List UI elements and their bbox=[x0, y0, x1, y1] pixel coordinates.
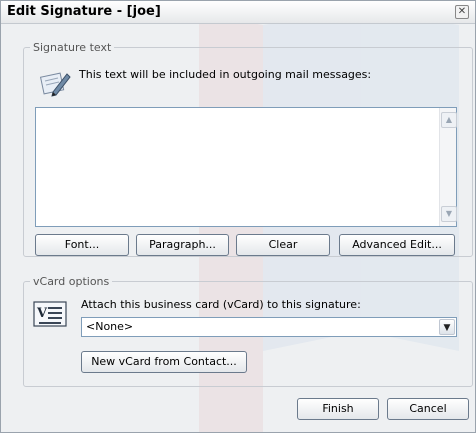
font-button[interactable]: Font... bbox=[35, 234, 129, 256]
new-vcard-button[interactable]: New vCard from Contact... bbox=[81, 351, 247, 373]
vcard-icon: V bbox=[33, 301, 67, 327]
svg-text:V: V bbox=[36, 306, 48, 321]
close-icon[interactable]: ✕ bbox=[455, 5, 469, 19]
window-title: Edit Signature - [joe] bbox=[7, 4, 161, 19]
paragraph-button[interactable]: Paragraph... bbox=[136, 234, 229, 256]
signature-text-legend: Signature text bbox=[33, 41, 112, 54]
title-bar: Edit Signature - [joe] ✕ bbox=[1, 1, 475, 24]
advanced-edit-button[interactable]: Advanced Edit... bbox=[339, 234, 455, 256]
vcard-description: Attach this business card (vCard) to thi… bbox=[81, 298, 361, 311]
vcard-select[interactable]: <None> ▼ bbox=[81, 317, 457, 337]
pen-writing-icon bbox=[39, 72, 71, 97]
vcard-select-value: <None> bbox=[86, 320, 134, 333]
clear-button[interactable]: Clear bbox=[236, 234, 330, 256]
vcard-options-legend: vCard options bbox=[33, 275, 110, 288]
cancel-button[interactable]: Cancel bbox=[387, 398, 469, 420]
scroll-down-icon[interactable]: ▼ bbox=[441, 206, 457, 222]
signature-editor[interactable]: ▲ ▼ bbox=[35, 107, 457, 227]
edit-signature-dialog: Edit Signature - [joe] ✕ Signature text … bbox=[0, 0, 476, 433]
editor-scrollbar[interactable]: ▲ ▼ bbox=[439, 108, 457, 226]
finish-button[interactable]: Finish bbox=[297, 398, 379, 420]
chevron-down-icon[interactable]: ▼ bbox=[439, 319, 455, 335]
scroll-up-icon[interactable]: ▲ bbox=[441, 112, 457, 128]
signature-description: This text will be included in outgoing m… bbox=[79, 68, 372, 81]
